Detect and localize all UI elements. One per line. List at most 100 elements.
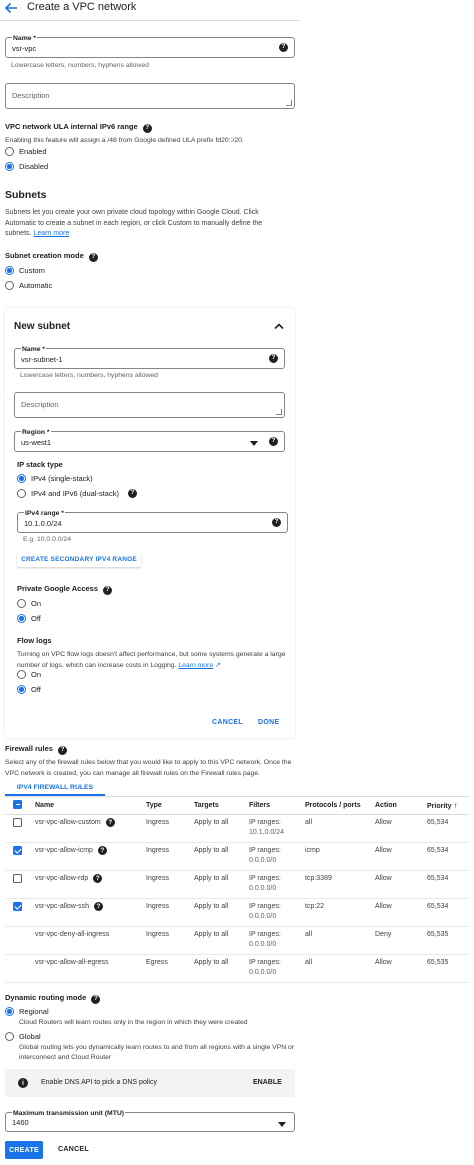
cancel-button[interactable]: CANCEL <box>58 1146 89 1153</box>
chevron-up-icon[interactable] <box>274 322 284 330</box>
subnet-name-field[interactable]: Name * vsr-subnet-1 ? <box>14 346 285 369</box>
mtu-select[interactable]: Maximum transmission unit (MTU) 1460 <box>5 1110 295 1132</box>
table-row[interactable]: vsr-vpc-allow-icmp ? Ingress Apply to all I… <box>5 842 469 871</box>
help-icon[interactable]: ? <box>127 489 137 498</box>
back-arrow-icon[interactable] <box>4 2 18 14</box>
region-label: Region * <box>21 429 51 436</box>
ip-stack-ipv4[interactable]: IPv4 (single-stack) <box>17 474 93 483</box>
row-priority: 65,535 <box>423 926 469 955</box>
help-icon[interactable]: ? <box>91 994 101 1004</box>
pga-off[interactable]: Off <box>17 614 41 623</box>
row-protocols: tcp:22 <box>301 898 371 927</box>
ip-stack-ipv4-label: IPv4 (single-stack) <box>31 474 93 483</box>
column-header-protocols[interactable]: Protocols / ports <box>301 797 371 815</box>
sort-arrow-up-icon: ↑ <box>453 800 458 810</box>
row-checkbox[interactable] <box>13 901 22 911</box>
subnet-done-button[interactable]: DONE <box>258 719 279 726</box>
flow-logs-text: Turning on VPC flow logs doesn't affect … <box>17 650 293 671</box>
column-header-name[interactable]: Name <box>31 797 142 815</box>
help-icon[interactable]: ? <box>142 123 152 133</box>
help-icon[interactable]: ? <box>272 518 281 527</box>
help-icon[interactable]: ? <box>94 902 104 912</box>
flow-logs-off[interactable]: Off <box>17 685 41 694</box>
create-secondary-range-label: CREATE SECONDARY IPV4 RANGE <box>21 556 137 563</box>
row-targets: Apply to all <box>190 842 245 871</box>
region-select[interactable]: Region * us-west1 ? <box>14 429 285 452</box>
row-filter-label: IP ranges: <box>249 818 281 826</box>
row-select-cell[interactable] <box>5 814 31 843</box>
row-name-cell: vsr-vpc-allow-ssh ? <box>31 898 142 927</box>
ipv4-range-field[interactable]: IPv4 range * 10.1.0.0/24 ? <box>17 510 288 533</box>
subnets-learn-more-link[interactable]: Learn more <box>33 230 69 237</box>
row-select-cell[interactable] <box>5 870 31 899</box>
column-header-action[interactable]: Action <box>371 797 423 815</box>
row-priority: 65,534 <box>423 898 469 927</box>
row-select-cell[interactable] <box>5 954 31 983</box>
ula-heading: VPC network ULA internal IPv6 range ? <box>5 122 152 133</box>
ip-stack-dual[interactable]: IPv4 and IPv6 (dual-stack)? <box>17 489 137 498</box>
row-select-cell[interactable] <box>5 898 31 927</box>
subnets-text: Subnets let you create your own private … <box>5 208 283 240</box>
table-row[interactable]: vsr-vpc-allow-all-egress Egress Apply to a… <box>5 954 469 983</box>
help-icon[interactable]: ? <box>269 437 278 446</box>
column-header-type[interactable]: Type <box>142 797 190 815</box>
routing-regional[interactable]: Regional <box>5 1007 49 1016</box>
description-field[interactable]: Description <box>5 83 295 109</box>
subnet-mode-automatic[interactable]: Automatic <box>5 281 52 290</box>
row-targets: Apply to all <box>190 814 245 843</box>
row-filter-label: IP ranges: <box>249 958 281 966</box>
resize-handle[interactable] <box>286 100 292 106</box>
subnet-cancel-button[interactable]: CANCEL <box>212 719 243 726</box>
subnets-heading: Subnets <box>5 189 47 201</box>
flow-logs-on[interactable]: On <box>17 670 41 679</box>
select-all-checkbox[interactable] <box>13 799 22 809</box>
subnet-mode-automatic-label: Automatic <box>19 281 53 290</box>
row-type: Ingress <box>142 842 190 871</box>
resize-handle[interactable] <box>276 409 282 415</box>
help-icon[interactable]: ? <box>58 745 68 755</box>
ula-radio-enabled[interactable]: Enabled <box>5 147 47 156</box>
help-icon[interactable]: ? <box>103 585 113 595</box>
select-all-cell[interactable] <box>5 797 31 815</box>
name-field[interactable]: Name * vsr-vpc ? <box>5 35 295 58</box>
row-targets: Apply to all <box>190 926 245 955</box>
ula-radio-disabled[interactable]: Disabled <box>5 162 48 171</box>
column-header-priority-label: Priority <box>427 802 452 810</box>
row-checkbox[interactable] <box>13 873 22 883</box>
help-icon[interactable]: ? <box>88 252 98 262</box>
row-name: vsr-vpc-allow-rdp <box>35 874 89 882</box>
subnet-mode-custom[interactable]: Custom <box>5 266 45 275</box>
ula-heading-text: VPC network ULA internal IPv6 range <box>5 122 138 131</box>
enable-dns-button[interactable]: ENABLE <box>253 1079 282 1086</box>
row-action: Allow <box>371 954 423 983</box>
table-row[interactable]: vsr-vpc-allow-rdp ? Ingress Apply to all IP… <box>5 870 469 899</box>
create-button[interactable]: CREATE <box>5 1141 43 1159</box>
row-checkbox[interactable] <box>13 845 22 855</box>
create-secondary-range-button[interactable]: CREATE SECONDARY IPV4 RANGE <box>17 552 141 567</box>
help-icon[interactable]: ? <box>279 43 288 52</box>
pga-on[interactable]: On <box>17 599 41 608</box>
radio-selected-icon <box>5 162 14 171</box>
routing-global[interactable]: Global <box>5 1032 41 1041</box>
external-link-icon: ↗ <box>213 661 221 669</box>
help-icon[interactable]: ? <box>97 846 107 856</box>
table-row[interactable]: vsr-vpc-deny-all-ingress Ingress Apply to … <box>5 926 469 955</box>
row-filters-cell: IP ranges: 0.0.0.0/0 <box>245 870 301 899</box>
table-row[interactable]: vsr-vpc-allow-custom ? Ingress Apply to al… <box>5 814 469 843</box>
help-icon[interactable]: ? <box>93 874 103 884</box>
subnet-description-field[interactable]: Description <box>14 392 285 418</box>
row-filters-cell: IP ranges: 0.0.0.0/0 <box>245 954 301 983</box>
help-icon[interactable]: ? <box>269 354 278 363</box>
column-header-priority[interactable]: Priority ↑ <box>423 797 469 815</box>
column-header-targets[interactable]: Targets <box>190 797 245 815</box>
row-type: Egress <box>142 954 190 983</box>
table-row[interactable]: vsr-vpc-allow-ssh ? Ingress Apply to all IP… <box>5 898 469 927</box>
help-icon[interactable]: ? <box>105 818 115 828</box>
tab-ipv4-firewall-rules[interactable]: IPV4 FIREWALL RULES <box>5 780 105 796</box>
row-select-cell[interactable] <box>5 926 31 955</box>
row-select-cell[interactable] <box>5 842 31 871</box>
row-action: Deny <box>371 926 423 955</box>
column-header-filters[interactable]: Filters <box>245 797 301 815</box>
flow-logs-learn-more-link[interactable]: Learn more <box>178 662 213 669</box>
row-checkbox[interactable] <box>13 817 22 827</box>
